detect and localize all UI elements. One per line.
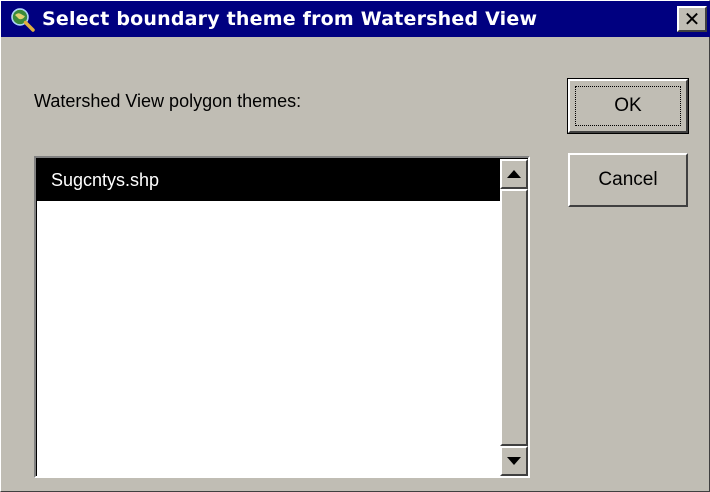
cancel-button[interactable]: Cancel — [568, 153, 688, 207]
ok-button[interactable]: OK — [567, 78, 689, 134]
list-items: Sugcntys.shp — [37, 159, 500, 476]
arrow-down-icon — [507, 457, 521, 465]
vertical-scrollbar[interactable] — [500, 159, 528, 476]
close-icon: ✕ — [683, 7, 701, 31]
cancel-button-label: Cancel — [598, 169, 658, 190]
select-boundary-theme-dialog: Select boundary theme from Watershed Vie… — [0, 0, 710, 492]
focus-rectangle — [575, 86, 681, 126]
title-bar[interactable]: Select boundary theme from Watershed Vie… — [1, 1, 710, 37]
polygon-themes-label: Watershed View polygon themes: — [34, 91, 302, 111]
scroll-track[interactable] — [500, 189, 528, 446]
list-item[interactable]: Sugcntys.shp — [37, 159, 500, 201]
scroll-up-button[interactable] — [500, 159, 528, 189]
arrow-up-icon — [507, 170, 521, 178]
polygon-themes-listbox[interactable]: Sugcntys.shp — [34, 156, 530, 478]
scroll-down-button[interactable] — [500, 446, 528, 476]
close-button[interactable]: ✕ — [677, 6, 707, 32]
window-title: Select boundary theme from Watershed Vie… — [42, 8, 538, 30]
listbox-frame: Sugcntys.shp — [36, 158, 528, 476]
scroll-thumb[interactable] — [500, 189, 528, 446]
globe-magnifier-icon — [11, 8, 35, 32]
